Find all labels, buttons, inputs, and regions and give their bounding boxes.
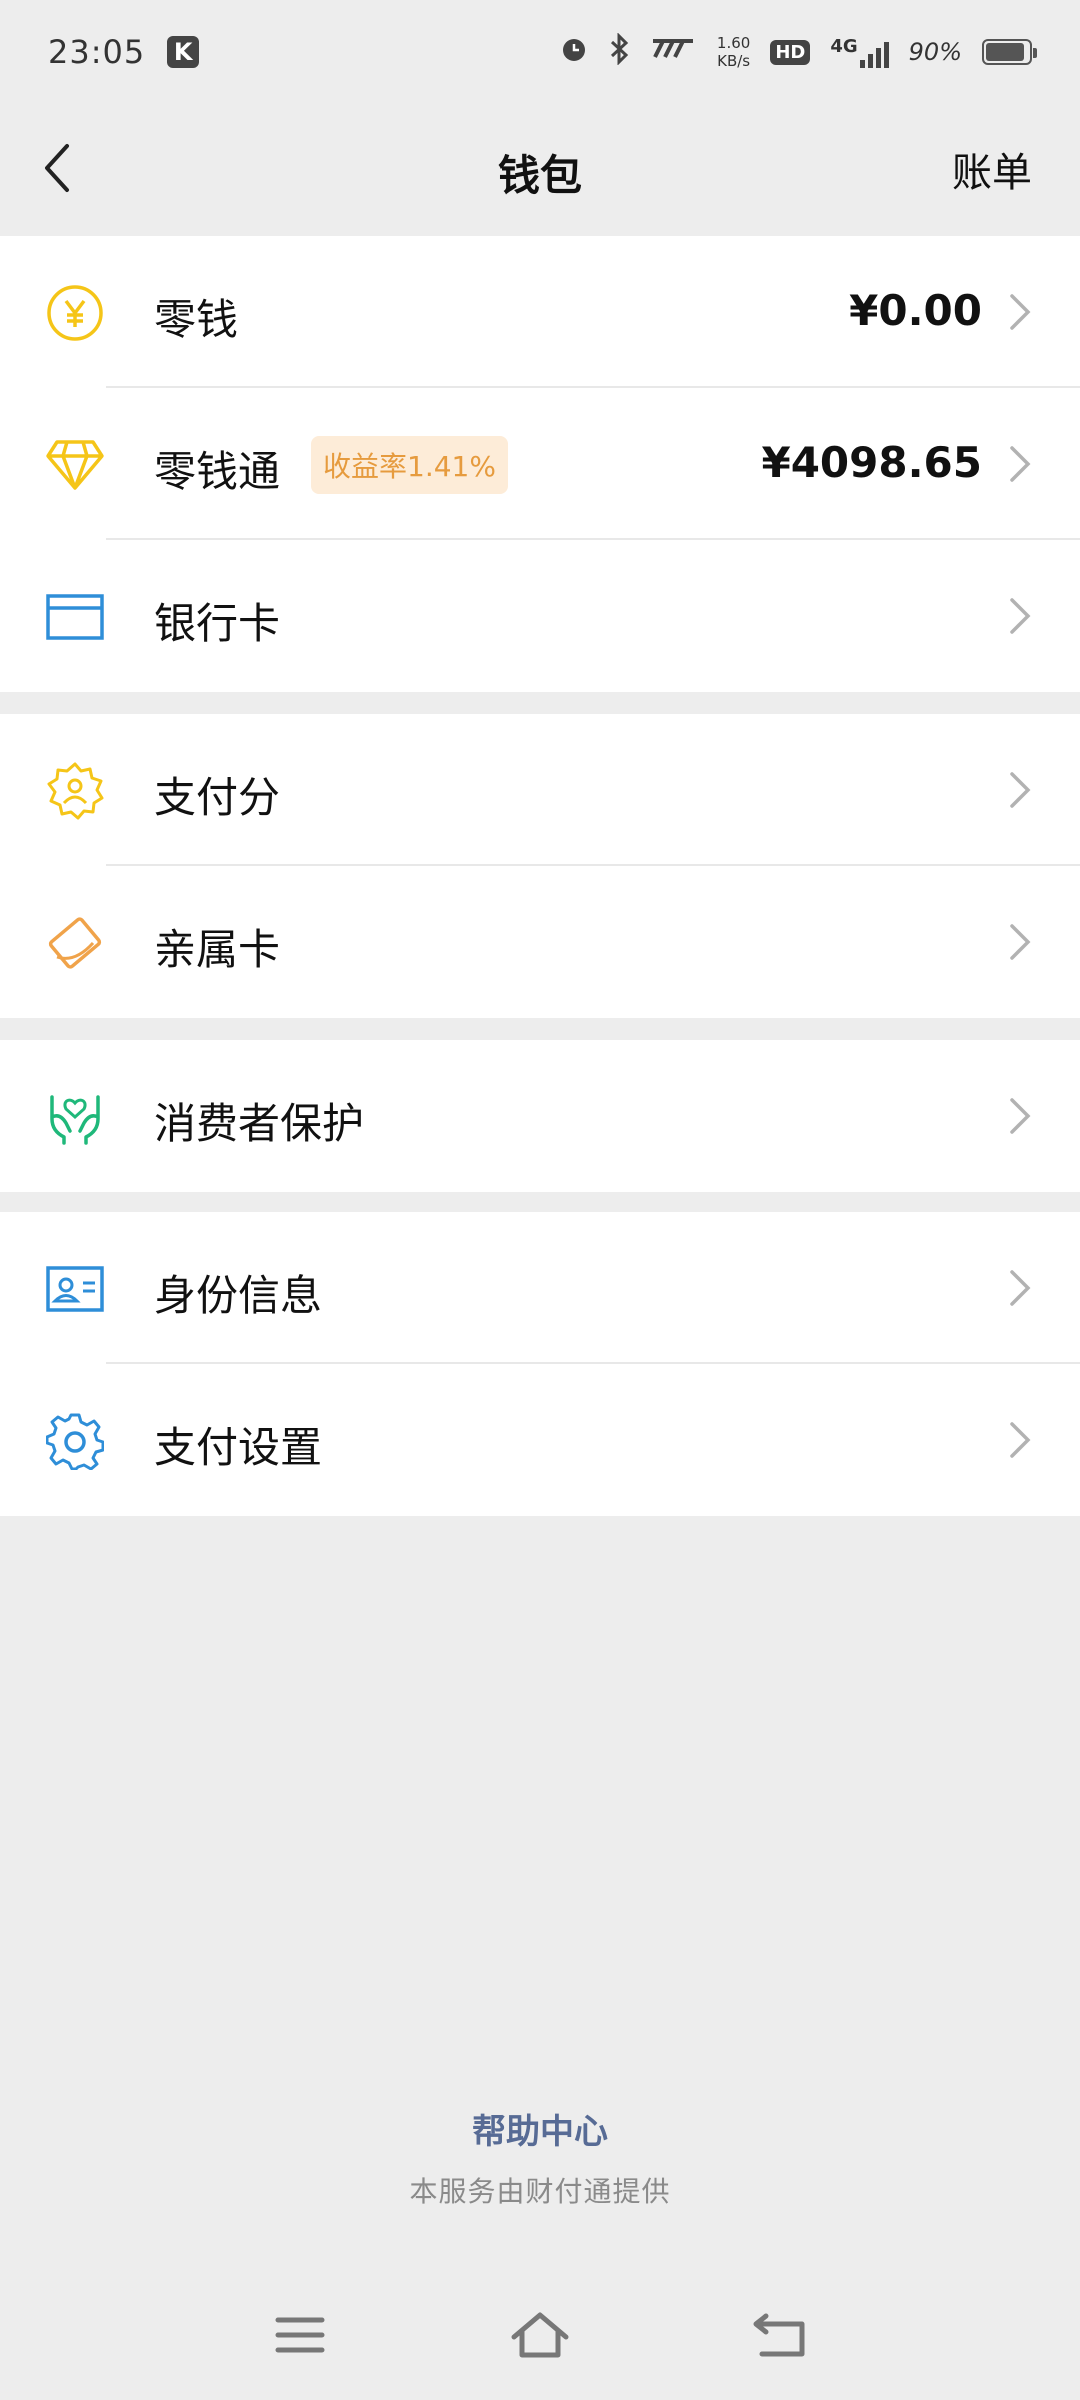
battery-icon <box>982 39 1037 65</box>
nav-bar: 钱包 账单 <box>0 104 1080 234</box>
family-card-icon <box>44 912 106 974</box>
bill-button[interactable]: 账单 <box>952 140 1032 198</box>
app-badge-icon: K <box>167 36 200 68</box>
consumer-protection-icon <box>44 1086 106 1148</box>
item-label: 消费者保护 <box>154 1099 365 1148</box>
diamond-icon <box>44 434 106 496</box>
item-label: 零钱通 <box>154 447 281 496</box>
battery-percent: 90% <box>908 38 962 66</box>
chevron-right-icon <box>1010 924 1031 960</box>
system-nav-bar <box>0 2290 1080 2380</box>
yield-rate-badge: 收益率1.41% <box>311 436 508 494</box>
item-value: ¥0.00 <box>849 286 982 335</box>
network-label: 4G <box>830 36 858 57</box>
item-label: 银行卡 <box>154 599 281 648</box>
chevron-right-icon <box>1010 772 1031 808</box>
list-item-change[interactable]: 零钱 ¥0.00 <box>0 236 1080 388</box>
wallet-group-protection: 消费者保护 <box>0 1040 1080 1192</box>
list-item-bank-card[interactable]: 银行卡 <box>0 540 1080 692</box>
list-item-consumer-protection[interactable]: 消费者保护 <box>0 1040 1080 1192</box>
net-speed-unit: KB/s <box>717 52 751 70</box>
yuan-coin-icon <box>44 282 106 344</box>
wallet-group-funds: 零钱 ¥0.00 零钱通 收益率1.41% ¥4098.65 银行卡 <box>0 236 1080 692</box>
net-speed-value: 1.60 <box>716 34 751 52</box>
help-center-link[interactable]: 帮助中心 <box>0 2104 1080 2153</box>
menu-button[interactable] <box>265 2300 335 2370</box>
chevron-right-icon <box>1010 1270 1031 1306</box>
hd-badge: HD <box>770 39 811 65</box>
home-button[interactable] <box>505 2300 575 2370</box>
pay-score-icon <box>44 760 106 822</box>
wallet-group-services: 支付分 亲属卡 <box>0 714 1080 1018</box>
item-label: 支付设置 <box>154 1423 323 1472</box>
provider-note: 本服务由财付通提供 <box>409 2175 671 2208</box>
item-label: 零钱 <box>154 295 239 344</box>
battery-fill <box>986 43 1024 61</box>
wallet-screen: 23:05 K 1.60 KB/s HD 4G 90% 钱包 账单 零钱 ¥0.… <box>0 0 1080 2400</box>
home-icon <box>511 2312 569 2358</box>
back-system-button[interactable] <box>745 2300 815 2370</box>
bluetooth-icon <box>609 32 631 71</box>
status-right: 1.60 KB/s HD 4G 90% <box>559 32 1037 71</box>
chevron-right-icon <box>1010 1422 1031 1458</box>
item-label: 身份信息 <box>154 1271 323 1320</box>
item-value: ¥4098.65 <box>761 438 982 487</box>
menu-icon <box>275 2317 325 2353</box>
id-card-icon <box>44 1258 106 1320</box>
page-title: 钱包 <box>497 151 582 200</box>
gear-icon <box>44 1410 106 1472</box>
wifi-speed-icon <box>651 37 697 67</box>
chevron-right-icon <box>1010 1098 1031 1134</box>
bank-card-icon <box>44 586 106 648</box>
status-time: 23:05 <box>48 33 146 71</box>
list-item-pay-settings[interactable]: 支付设置 <box>0 1364 1080 1516</box>
list-item-family-card[interactable]: 亲属卡 <box>0 866 1080 1018</box>
alarm-icon <box>559 34 589 70</box>
list-item-pay-score[interactable]: 支付分 <box>0 714 1080 866</box>
wallet-group-settings: 身份信息 支付设置 <box>0 1212 1080 1516</box>
network-type: 4G <box>830 36 889 68</box>
chevron-right-icon <box>1010 598 1031 634</box>
chevron-right-icon <box>1010 294 1031 330</box>
signal-icon <box>859 36 889 68</box>
net-speed: 1.60 KB/s <box>717 34 750 70</box>
list-item-lingqiantong[interactable]: 零钱通 收益率1.41% ¥4098.65 <box>0 388 1080 540</box>
list-item-identity[interactable]: 身份信息 <box>0 1212 1080 1364</box>
item-label: 亲属卡 <box>154 925 281 974</box>
chevron-right-icon <box>1010 446 1031 482</box>
status-left: 23:05 K <box>48 33 200 71</box>
item-label: 支付分 <box>154 773 281 822</box>
status-bar: 23:05 K 1.60 KB/s HD 4G 90% <box>0 0 1080 104</box>
return-icon <box>753 2313 805 2357</box>
